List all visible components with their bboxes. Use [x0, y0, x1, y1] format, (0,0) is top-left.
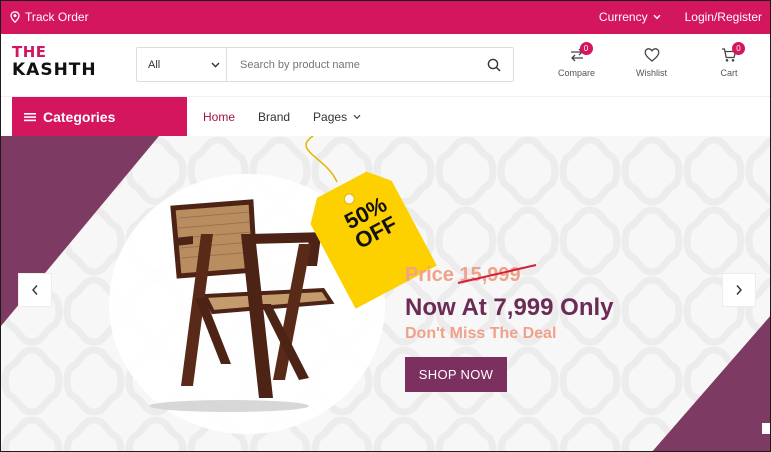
nav-link-brand[interactable]: Brand [258, 110, 290, 124]
search-bar: All [136, 47, 514, 82]
wishlist-label: Wishlist [636, 68, 667, 78]
cart-count-badge: 0 [732, 42, 745, 55]
nav-link-label: Pages [313, 110, 348, 124]
header: THE KASHTH All 0 [1, 34, 770, 96]
nav-link-label: Home [203, 110, 236, 124]
price-now: Now At 7,999 Only [405, 294, 614, 321]
location-pin-icon [10, 11, 20, 23]
nav-link-label: Brand [258, 110, 291, 124]
cart-label: Cart [720, 68, 738, 78]
compare-button[interactable]: 0 Compare [558, 42, 596, 78]
chair-image [149, 199, 335, 412]
slider-next-button[interactable] [722, 273, 756, 307]
currency-dropdown[interactable]: Currency [599, 10, 661, 24]
compare-count-badge: 0 [579, 42, 593, 55]
search-input[interactable] [227, 48, 475, 81]
shop-now-button[interactable]: SHOP NOW [405, 357, 507, 392]
logo-line-1: THE [12, 43, 47, 61]
track-order-link[interactable]: Track Order [10, 10, 89, 24]
currency-label: Currency [598, 10, 648, 24]
chevron-down-icon [653, 14, 661, 20]
chevron-down-icon [211, 62, 220, 68]
deal-text: Don't Miss The Deal [405, 325, 557, 342]
slider-prev-button[interactable] [18, 273, 52, 307]
search-button[interactable] [475, 48, 513, 81]
price-old-value: 15,999 [458, 264, 537, 286]
cart-button[interactable]: 0 Cart [718, 42, 745, 78]
heart-icon [644, 48, 659, 62]
compare-label: Compare [558, 68, 596, 78]
chevron-left-icon [32, 285, 38, 295]
scroll-indicator [762, 423, 770, 434]
search-category-value: All [148, 58, 161, 71]
nav-link-pages[interactable]: Pages [313, 110, 361, 124]
wishlist-button[interactable]: Wishlist [636, 45, 667, 78]
hero-banner: 50% OFF Price 15,999 Now At 7,999 Only D… [1, 136, 770, 451]
price-prefix: Price [405, 264, 460, 286]
search-icon [487, 58, 501, 72]
price-old-line: Price 15,999 [405, 264, 537, 287]
page-frame: Track Order Currency Login/Register THE … [0, 0, 771, 452]
chevron-down-icon [353, 114, 361, 120]
logo-line-2: KASHTH [12, 60, 97, 80]
top-bar: Track Order Currency Login/Register [1, 1, 770, 34]
categories-label: Categories [43, 109, 116, 125]
search-category-select[interactable]: All [137, 48, 227, 81]
chevron-right-icon [736, 285, 742, 295]
login-register-link[interactable]: Login/Register [685, 10, 762, 24]
site-logo[interactable]: THE KASHTH [12, 45, 117, 81]
main-nav: Categories Home Brand Pages [1, 96, 770, 137]
categories-button[interactable]: Categories [12, 97, 187, 137]
track-order-label: Track Order [25, 10, 89, 24]
menu-icon [24, 113, 36, 122]
nav-link-home[interactable]: Home [203, 110, 235, 124]
